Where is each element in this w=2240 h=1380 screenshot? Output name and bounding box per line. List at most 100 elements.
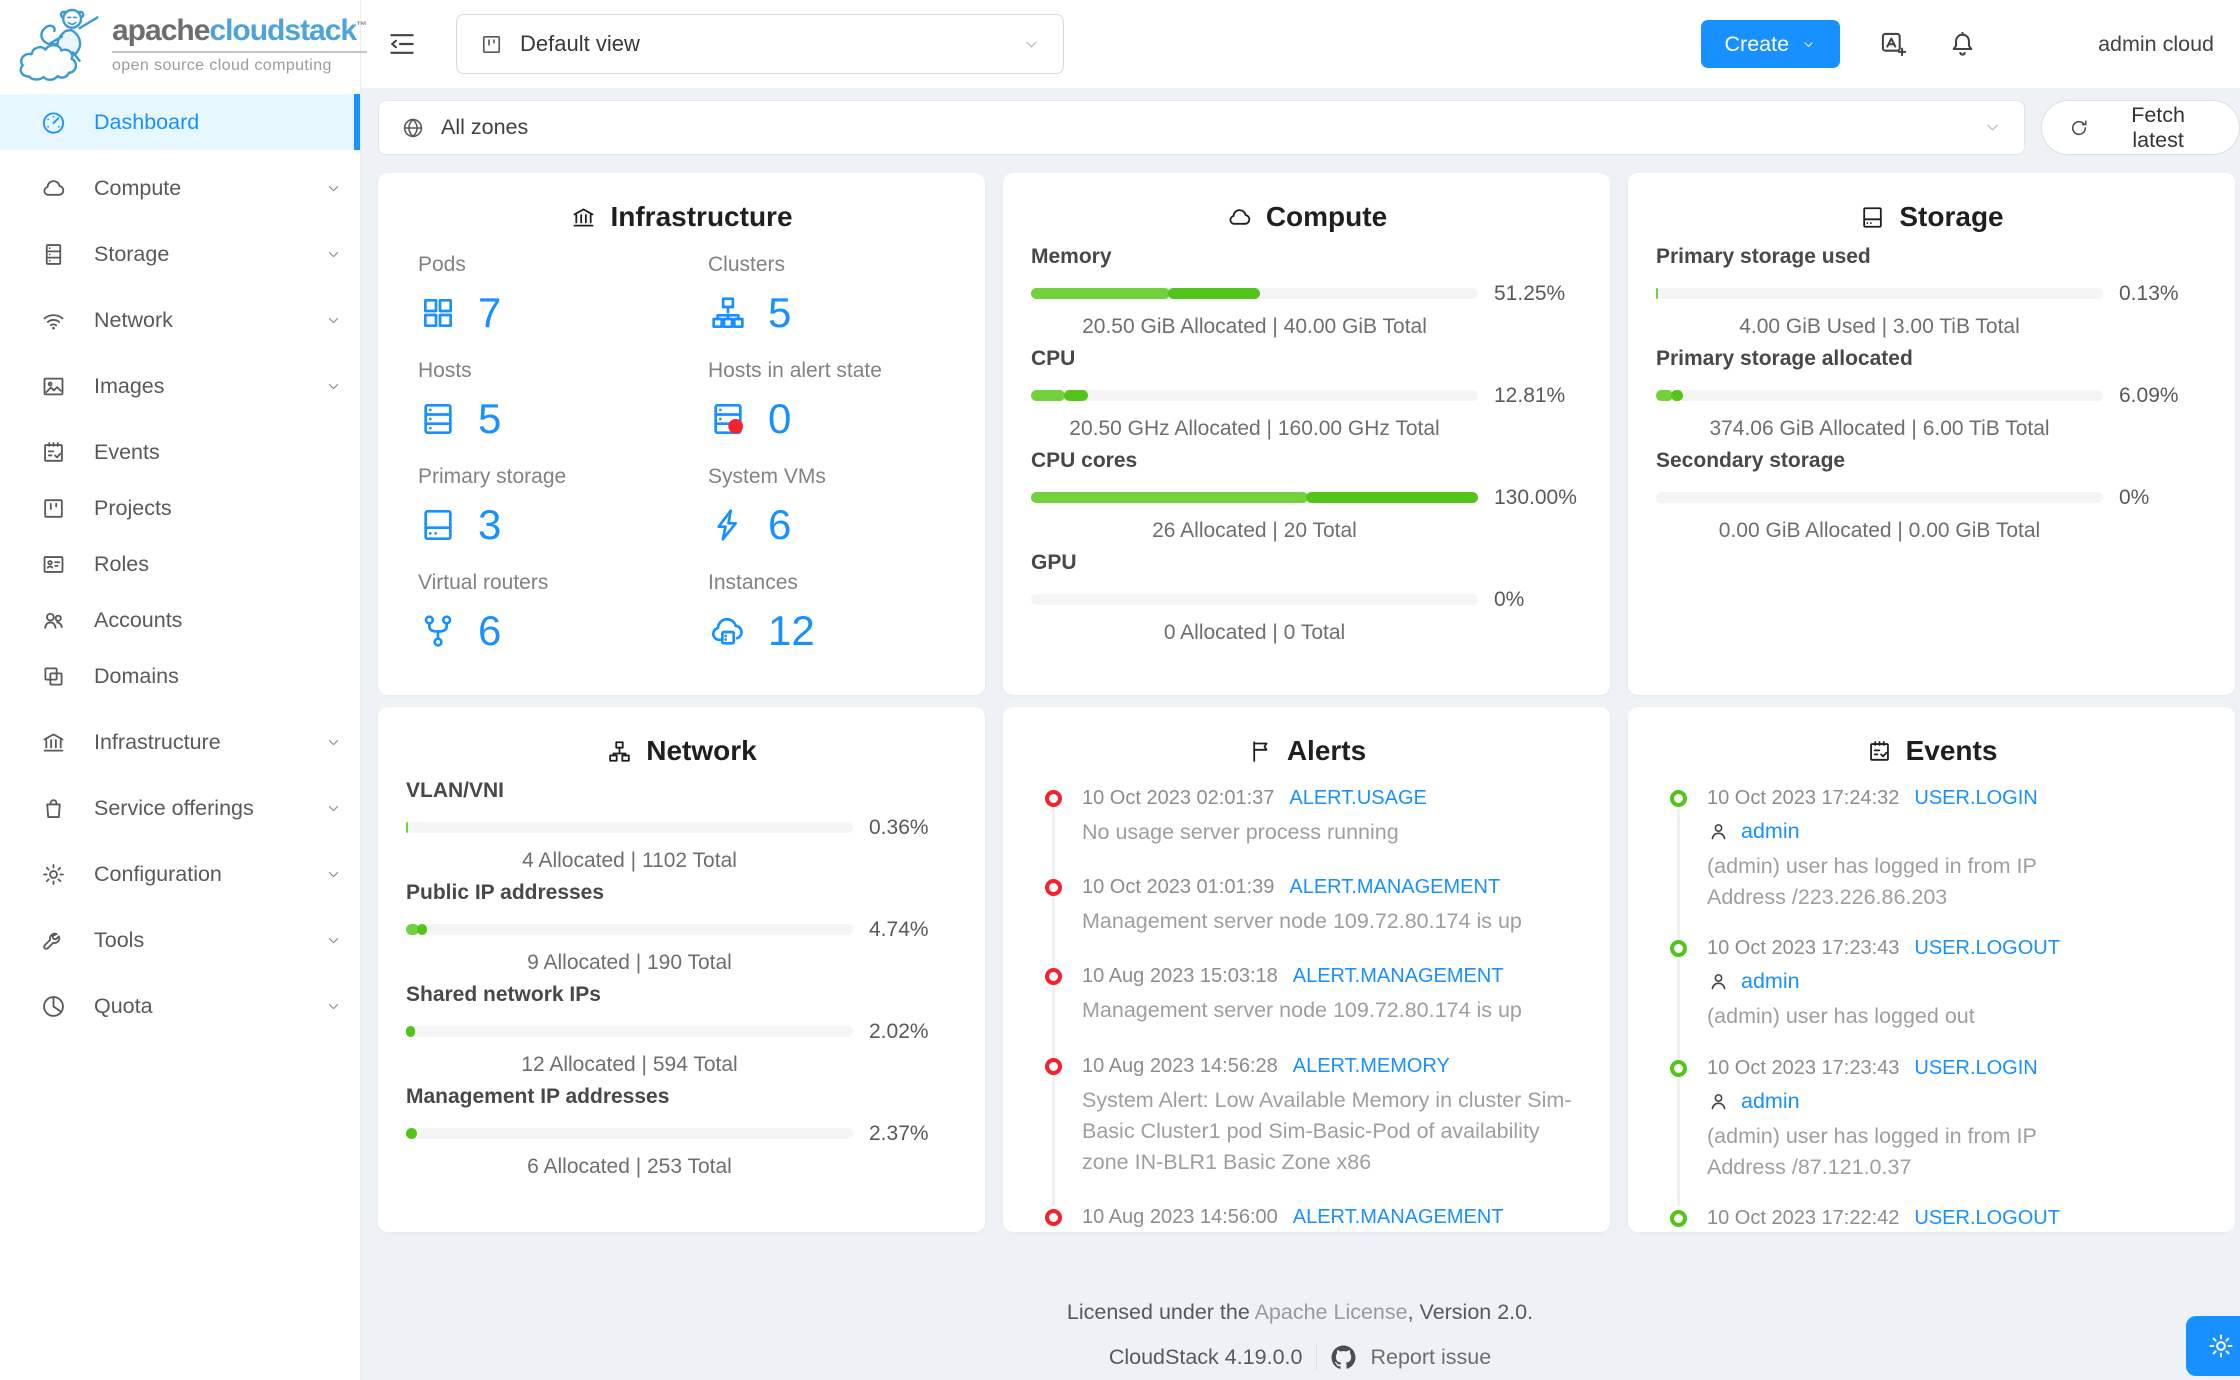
sidebar-item-quota[interactable]: Quota — [0, 978, 360, 1034]
chevron-down-icon — [325, 998, 342, 1015]
stat-label: System VMs — [708, 465, 826, 488]
progress-label: Management IP addresses — [406, 1085, 670, 1108]
sidebar-item-configuration[interactable]: Configuration — [0, 846, 360, 902]
storage-card-title: Storage — [1656, 201, 2207, 233]
brand-apache: apache — [112, 13, 210, 47]
progress-label: Shared network IPs — [406, 983, 601, 1006]
timeline-head: 10 Oct 2023 02:01:37 ALERT.USAGE — [1082, 787, 1582, 810]
progress-section-public-ip-addresses: Public IP addresses 4.74% 9 Allocated | 19… — [406, 881, 957, 975]
progress-percent: 0% — [2119, 486, 2150, 509]
trademark: ™ — [356, 19, 368, 32]
progress-bar — [1656, 288, 2103, 299]
alert-item: 10 Aug 2023 14:56:28 ALERT.MEMORY System A… — [1045, 1055, 1582, 1179]
zone-select[interactable]: All zones — [378, 100, 2026, 155]
progress-percent: 12.81% — [1494, 384, 1566, 407]
storage-sections: Primary storage used 0.13% 4.00 GiB Used |… — [1656, 245, 2207, 543]
stat-number: 5 — [768, 289, 792, 336]
view-select[interactable]: Default view — [456, 14, 1064, 74]
progress-caption: 6 Allocated | 253 Total — [527, 1155, 732, 1178]
gear-icon — [2206, 1331, 2236, 1361]
reload-icon — [2068, 117, 2090, 139]
timeline-user-link[interactable]: admin — [1741, 819, 1800, 844]
stat-label: Primary storage — [418, 465, 567, 488]
create-button-label: Create — [1724, 31, 1790, 56]
alert-item: 10 Oct 2023 02:01:37 ALERT.USAGE No usage … — [1045, 787, 1582, 848]
timeline-type-link[interactable]: ALERT.MEMORY — [1293, 1055, 1450, 1078]
sidebar-item-label: Dashboard — [94, 109, 200, 134]
progress-fill — [406, 1128, 417, 1139]
stat-instances[interactable]: Instances 12 — [708, 571, 957, 655]
timeline-type-link[interactable]: USER.LOGIN — [1914, 1057, 2037, 1080]
sidebar-item-tools[interactable]: Tools — [0, 912, 360, 968]
timeline-type-link[interactable]: ALERT.MANAGEMENT — [1289, 876, 1500, 899]
compute-card-title: Compute — [1031, 201, 1582, 233]
timeline-type-link[interactable]: ALERT.MANAGEMENT — [1293, 965, 1504, 988]
sidebar-item-label: Accounts — [94, 607, 183, 632]
sidebar-item-network[interactable]: Network — [0, 292, 360, 348]
timeline-user-link[interactable]: admin — [1741, 969, 1800, 994]
footer: Licensed under the Apache License, Versi… — [360, 1300, 2240, 1370]
stat-hosts[interactable]: Hosts 5 — [418, 359, 708, 443]
events-card-title: Events — [1656, 735, 2207, 767]
timeline-description: (admin) user has logged in from IP Addre… — [1707, 1123, 2037, 1179]
timeline-user-link[interactable]: admin — [1741, 1089, 1800, 1114]
report-issue-link[interactable]: Report issue — [1370, 1345, 1491, 1370]
create-button[interactable]: Create — [1700, 20, 1841, 68]
chevron-down-icon — [325, 312, 342, 329]
flag-icon — [1247, 738, 1274, 765]
timeline-type-link[interactable]: USER.LOGOUT — [1914, 1207, 2060, 1230]
timeline-type-link[interactable]: USER.LOGIN — [1914, 787, 2037, 810]
stat-hosts-in-alert-state[interactable]: Hosts in alert state 0 — [708, 359, 957, 443]
stat-clusters[interactable]: Clusters 5 — [708, 253, 957, 337]
timeline-type-link[interactable]: ALERT.MANAGEMENT — [1293, 1206, 1504, 1229]
progress-row: 130.00% — [1031, 485, 1582, 510]
stat-virtual-routers[interactable]: Virtual routers 6 — [418, 571, 708, 655]
bell-icon[interactable] — [1947, 29, 1978, 60]
timeline-type-link[interactable]: USER.LOGOUT — [1914, 937, 2060, 960]
stat-primary-storage[interactable]: Primary storage 3 — [418, 465, 708, 549]
sidebar-item-service-offerings[interactable]: Service offerings — [0, 780, 360, 836]
stat-system-vms[interactable]: System VMs 6 — [708, 465, 957, 549]
network-card-title: Network — [406, 735, 957, 767]
sidebar-item-events[interactable]: Events — [0, 424, 360, 480]
idcard-icon — [40, 551, 67, 578]
network-sections: VLAN/VNI 0.36% 4 Allocated | 1102 Total Pub… — [406, 779, 957, 1179]
cluster-icon — [708, 293, 748, 333]
timeline-head: 10 Oct 2023 17:23:43 USER.LOGIN — [1707, 1057, 2207, 1080]
menu-fold-icon[interactable] — [386, 28, 418, 60]
sidebar-item-projects[interactable]: Projects — [0, 480, 360, 536]
chevron-down-icon — [325, 866, 342, 883]
settings-fab-button[interactable] — [2186, 1316, 2240, 1376]
apache-license-link[interactable]: Apache License — [1255, 1300, 1408, 1324]
progress-row: 12.81% — [1031, 383, 1582, 408]
thunderbolt-icon — [708, 505, 748, 545]
progress-row: 0.13% — [1656, 281, 2207, 306]
sidebar-item-infrastructure[interactable]: Infrastructure — [0, 714, 360, 770]
fetch-latest-button[interactable]: Fetch latest — [2041, 100, 2240, 155]
event-marker — [1670, 1209, 1687, 1227]
sidebar-item-images[interactable]: Images — [0, 358, 360, 414]
translate-icon[interactable] — [1878, 29, 1909, 60]
sidebar-item-domains[interactable]: Domains — [0, 648, 360, 704]
progress-bar — [406, 924, 853, 935]
bank-icon — [40, 729, 67, 756]
progress-bar — [1031, 288, 1478, 299]
progress-percent: 2.02% — [869, 1020, 929, 1043]
timeline-description: No usage server process running — [1082, 820, 1399, 844]
progress-section-cpu-cores: CPU cores 130.00% 26 Allocated | 20 Total — [1031, 449, 1582, 543]
sidebar-item-storage[interactable]: Storage — [0, 226, 360, 282]
sidebar-item-accounts[interactable]: Accounts — [0, 592, 360, 648]
timeline-type-link[interactable]: ALERT.USAGE — [1289, 787, 1426, 810]
user-avatar[interactable] — [2008, 14, 2090, 74]
sidebar-menu: Dashboard Compute Storage Network Images Even… — [0, 88, 360, 1034]
stat-number: 5 — [478, 395, 502, 442]
sidebar-item-label: Projects — [94, 495, 172, 520]
sidebar-item-dashboard[interactable]: Dashboard — [0, 94, 360, 150]
sidebar-item-label: Storage — [94, 241, 170, 266]
sidebar-item-label: Images — [94, 373, 165, 398]
sidebar-item-compute[interactable]: Compute — [0, 160, 360, 216]
sidebar-item-roles[interactable]: Roles — [0, 536, 360, 592]
app-logo[interactable]: apachecloudstack™ open source cloud comp… — [0, 0, 368, 88]
stat-pods[interactable]: Pods 7 — [418, 253, 708, 337]
timeline-date: 10 Oct 2023 17:23:43 — [1707, 1056, 1900, 1079]
